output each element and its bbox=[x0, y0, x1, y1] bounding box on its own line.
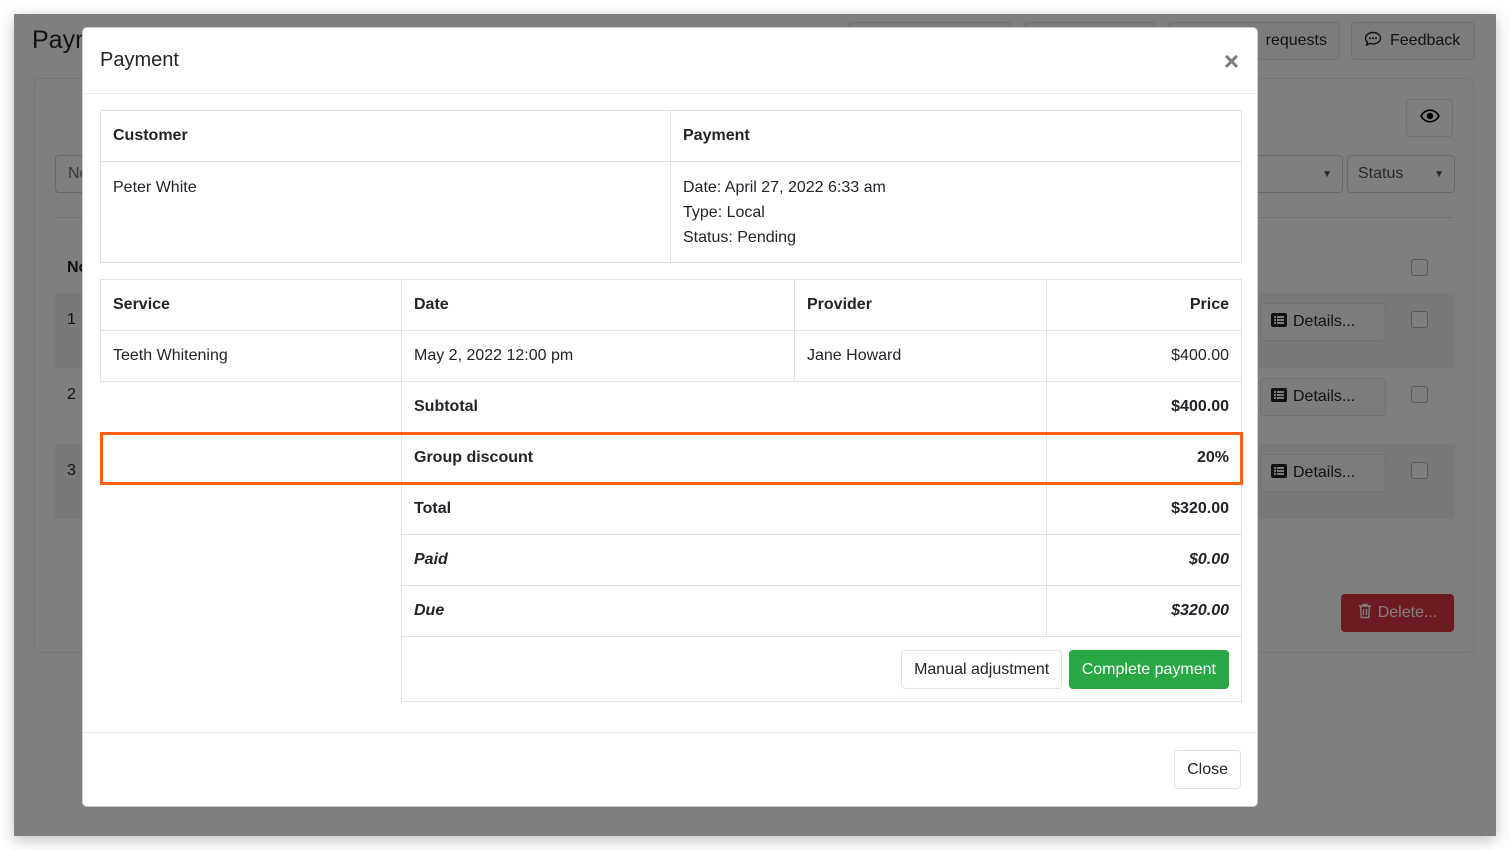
actions-row: Manual adjustment Complete payment bbox=[101, 636, 1242, 702]
app-window: Payments requests Feedback No ▼ Status ▼… bbox=[14, 14, 1496, 836]
manual-adjustment-button[interactable]: Manual adjustment bbox=[901, 649, 1063, 689]
service-date: May 2, 2022 12:00 pm bbox=[401, 330, 795, 382]
close-icon[interactable]: × bbox=[1224, 48, 1241, 74]
modal-header: Payment × bbox=[83, 28, 1257, 94]
payment-details: Date: April 27, 2022 6:33 am Type: Local… bbox=[670, 161, 1242, 263]
customer-name: Peter White bbox=[100, 161, 671, 263]
column-header-date: Date bbox=[401, 279, 795, 331]
group-discount-row: Group discount 20% bbox=[99, 431, 1243, 485]
column-header-provider: Provider bbox=[794, 279, 1047, 331]
group-discount-label: Group discount bbox=[401, 432, 1047, 484]
due-label: Due bbox=[401, 585, 1047, 637]
paid-value: $0.00 bbox=[1046, 534, 1242, 586]
column-header-price: Price bbox=[1046, 279, 1242, 331]
service-price: $400.00 bbox=[1046, 330, 1242, 382]
total-label: Total bbox=[401, 483, 1047, 535]
services-table: Service Date Provider Price Teeth Whiten… bbox=[99, 279, 1243, 702]
payment-modal: Payment × Customer Payment Peter White D… bbox=[82, 27, 1258, 807]
subtotal-row: Subtotal $400.00 bbox=[101, 381, 1242, 433]
paid-row: Paid $0.00 bbox=[101, 534, 1242, 586]
spacer-cell bbox=[101, 433, 402, 484]
group-discount-value: 20% bbox=[1046, 432, 1242, 484]
spacer-cell bbox=[101, 484, 402, 535]
service-name: Teeth Whitening bbox=[100, 330, 402, 382]
payment-type: Type: Local bbox=[683, 204, 765, 221]
subtotal-value: $400.00 bbox=[1046, 381, 1242, 433]
complete-payment-button[interactable]: Complete payment bbox=[1068, 649, 1229, 689]
actions-cell: Manual adjustment Complete payment bbox=[401, 636, 1242, 702]
service-row: Teeth Whitening May 2, 2022 12:00 pm Jan… bbox=[100, 330, 1242, 382]
spacer-cell bbox=[101, 637, 402, 702]
payment-date: Date: April 27, 2022 6:33 am bbox=[683, 179, 886, 196]
payment-status: Status: Pending bbox=[683, 229, 796, 246]
modal-title: Payment bbox=[100, 49, 179, 71]
modal-body: Customer Payment Peter White Date: April… bbox=[99, 110, 1243, 702]
column-header-service: Service bbox=[100, 279, 402, 331]
modal-footer: Close bbox=[83, 732, 1257, 806]
payment-info-table: Customer Payment Peter White Date: April… bbox=[100, 110, 1242, 263]
due-row: Due $320.00 bbox=[101, 585, 1242, 637]
payment-header: Payment bbox=[670, 110, 1242, 162]
spacer-cell bbox=[101, 382, 402, 433]
customer-header: Customer bbox=[100, 110, 671, 162]
due-value: $320.00 bbox=[1046, 585, 1242, 637]
spacer-cell bbox=[101, 586, 402, 637]
total-value: $320.00 bbox=[1046, 483, 1242, 535]
service-provider: Jane Howard bbox=[794, 330, 1047, 382]
spacer-cell bbox=[101, 535, 402, 586]
total-row: Total $320.00 bbox=[101, 483, 1242, 535]
subtotal-label: Subtotal bbox=[401, 381, 1047, 433]
paid-label: Paid bbox=[401, 534, 1047, 586]
close-button[interactable]: Close bbox=[1174, 750, 1241, 789]
